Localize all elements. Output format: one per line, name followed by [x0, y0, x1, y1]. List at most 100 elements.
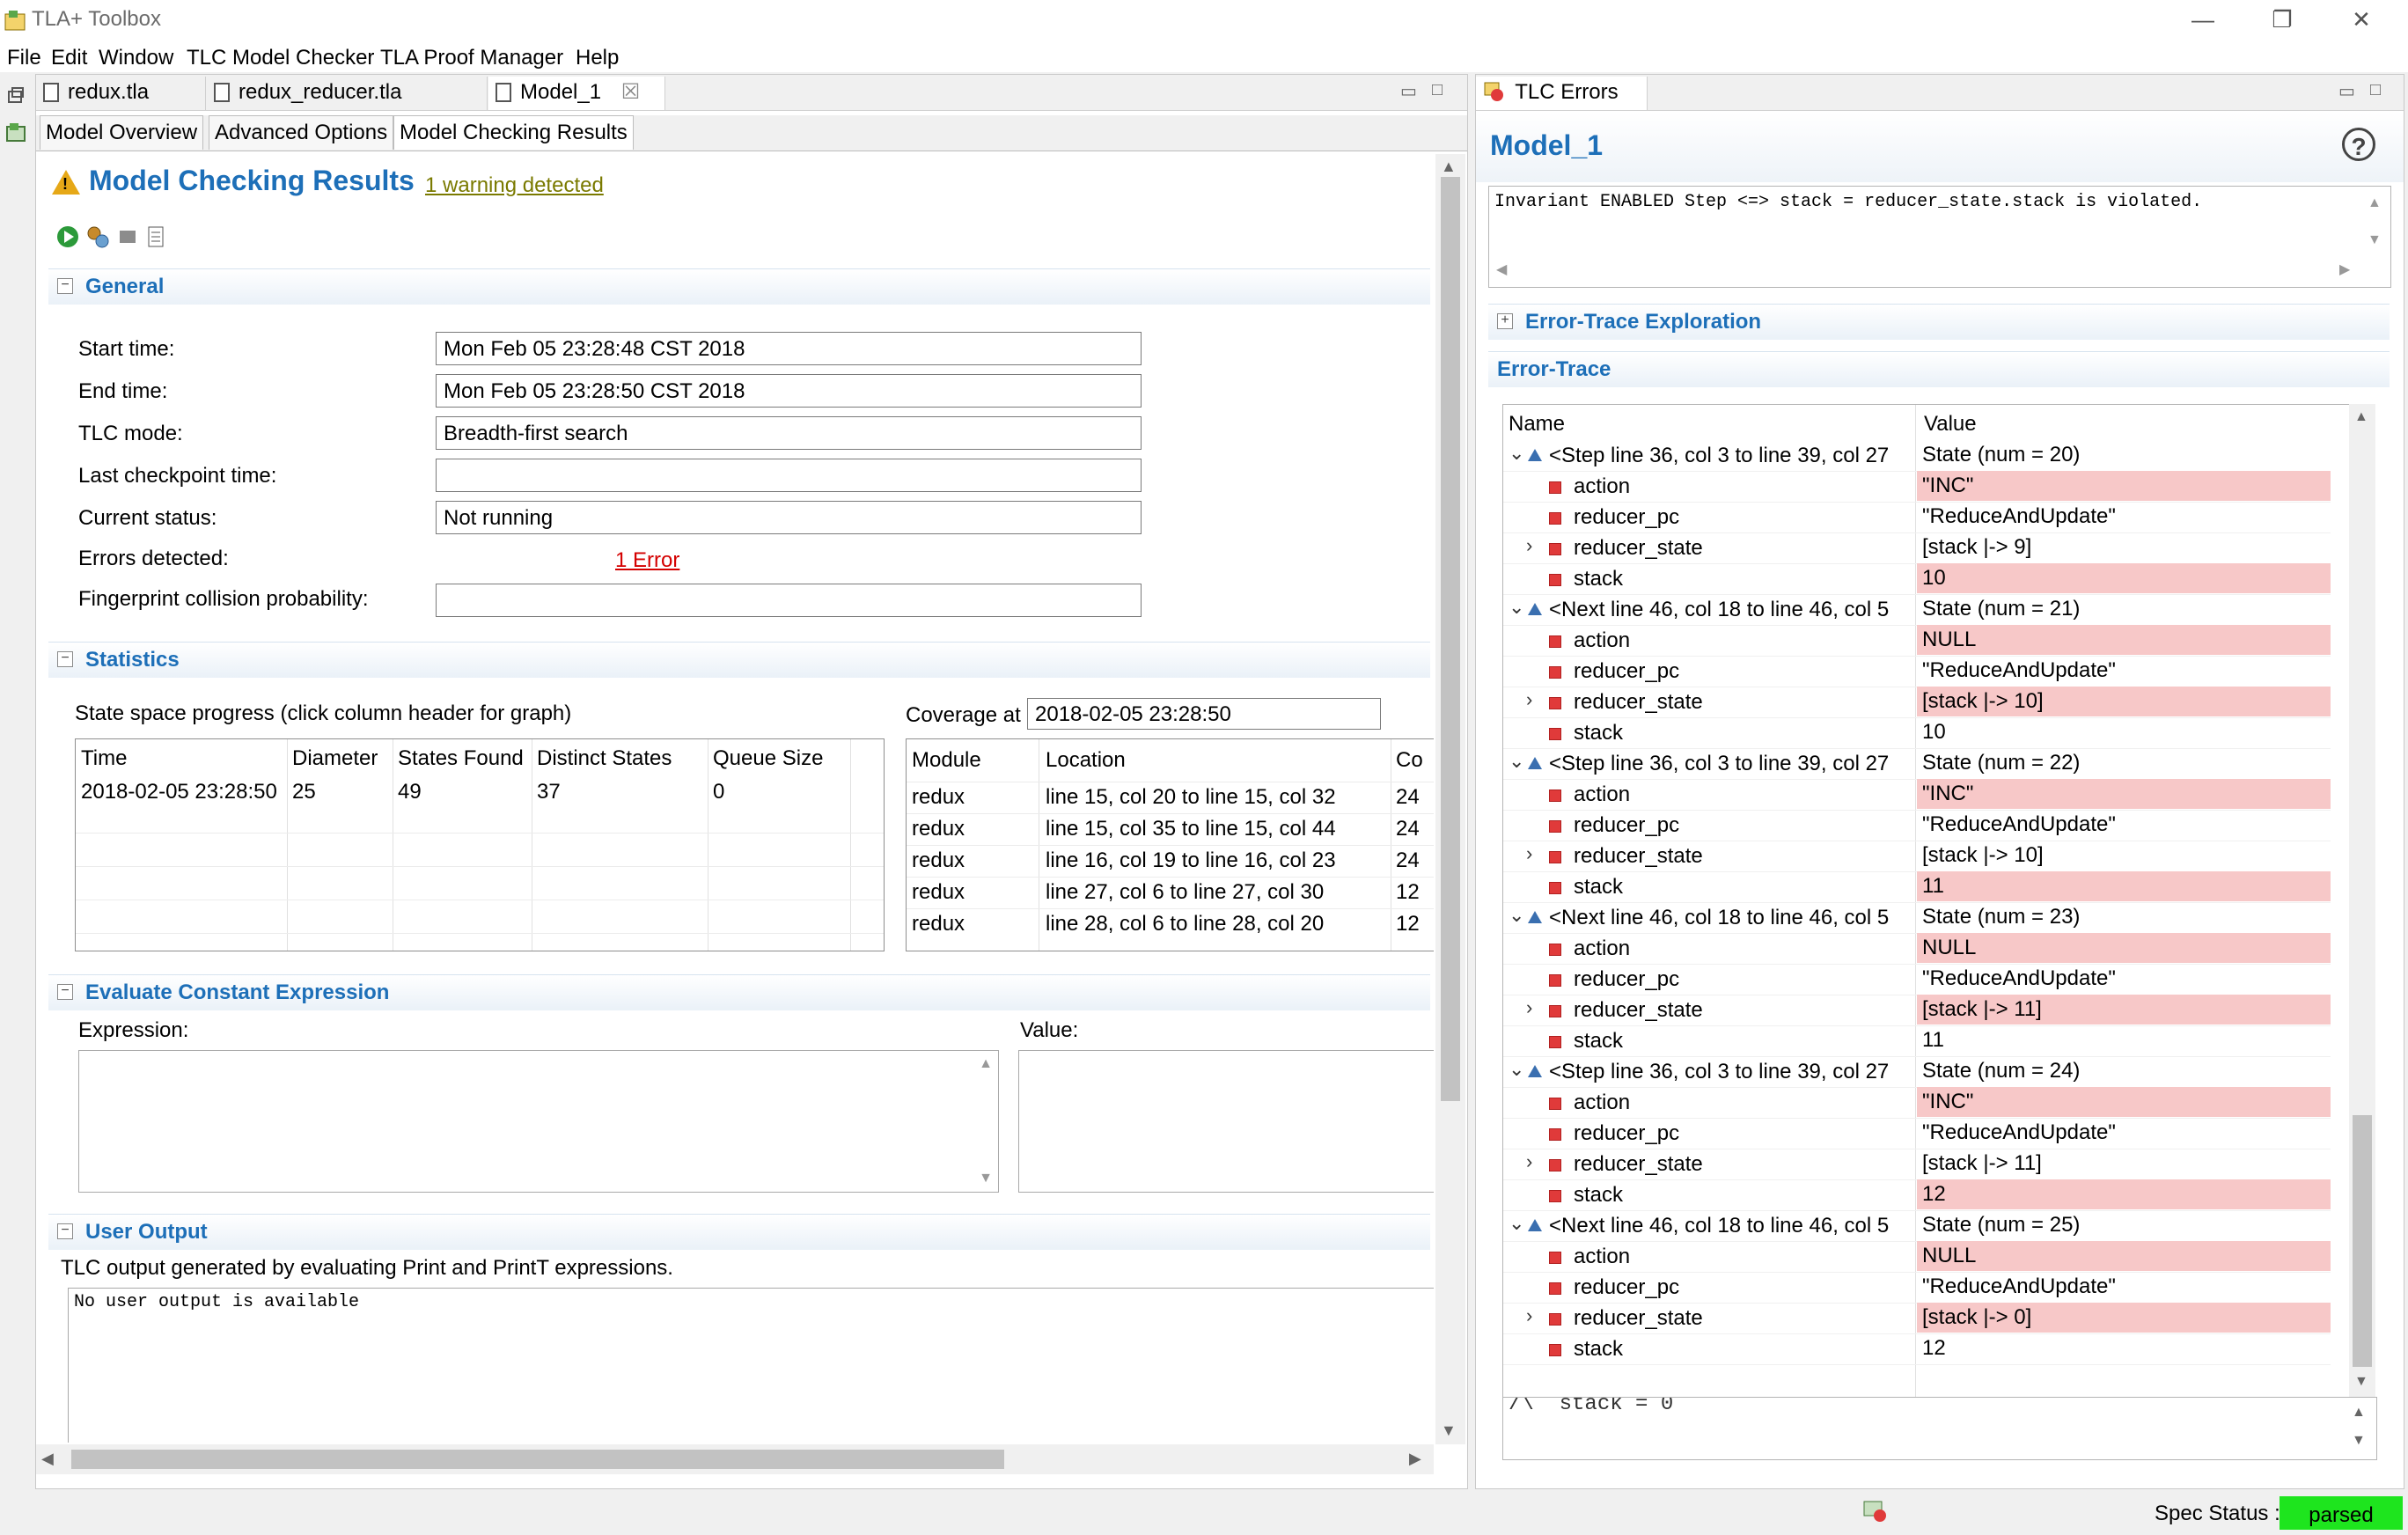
- scroll-down-icon[interactable]: ▼: [979, 1171, 993, 1186]
- menu-edit[interactable]: Edit: [51, 46, 87, 70]
- collapse-chevron-icon[interactable]: ⌄: [1509, 1058, 1524, 1081]
- minimize-button[interactable]: —: [2163, 2, 2243, 40]
- scroll-up-icon[interactable]: ▲: [2352, 1405, 2366, 1421]
- trace-state-row[interactable]: ⌄ <Next line 46, col 18 to line 46, col 5…: [1503, 1210, 2331, 1242]
- maximize-view-icon[interactable]: □: [1432, 80, 1443, 100]
- trace-variable-row[interactable]: action "INC": [1503, 1087, 2331, 1119]
- trace-variable-row[interactable]: stack 12: [1503, 1179, 2331, 1211]
- trace-variable-row[interactable]: › reducer_state [stack |-> 9]: [1503, 532, 2331, 564]
- help-icon[interactable]: ?: [2342, 128, 2375, 161]
- collapse-icon[interactable]: −: [57, 278, 73, 294]
- minimize-view-icon[interactable]: ▭: [1400, 80, 1417, 102]
- column-header-time[interactable]: Time: [81, 746, 127, 771]
- start-time-field[interactable]: Mon Feb 05 23:28:48 CST 2018: [436, 332, 1142, 365]
- trace-variable-row[interactable]: stack 12: [1503, 1333, 2331, 1365]
- column-header-queue-size[interactable]: Queue Size: [713, 746, 823, 771]
- coverage-time-field[interactable]: 2018-02-05 23:28:50: [1027, 698, 1381, 730]
- general-section-header[interactable]: − General: [48, 268, 1430, 305]
- trace-scrollbar[interactable]: ▲ ▼: [2349, 404, 2375, 1397]
- collapse-chevron-icon[interactable]: ⌄: [1509, 596, 1524, 619]
- expand-chevron-icon[interactable]: ›: [1526, 534, 1532, 557]
- expand-chevron-icon[interactable]: ›: [1526, 996, 1532, 1019]
- restore-view-icon[interactable]: [7, 86, 25, 104]
- tab-model-1[interactable]: Model_1 ☒: [488, 77, 665, 110]
- tab-advanced-options[interactable]: Advanced Options: [209, 115, 394, 150]
- trace-state-row[interactable]: ⌄ <Step line 36, col 3 to line 39, col 27…: [1503, 1056, 2331, 1088]
- trace-variable-row[interactable]: reducer_pc "ReduceAndUpdate": [1503, 656, 2331, 687]
- column-header-count[interactable]: Co: [1396, 748, 1423, 773]
- maximize-view-icon[interactable]: □: [2370, 80, 2381, 100]
- trace-variable-row[interactable]: reducer_pc "ReduceAndUpdate": [1503, 1272, 2331, 1304]
- close-tab-icon[interactable]: ☒: [621, 80, 641, 104]
- menu-file[interactable]: File: [7, 46, 41, 70]
- expand-icon[interactable]: +: [1497, 313, 1513, 329]
- trace-variable-row[interactable]: › reducer_state [stack |-> 10]: [1503, 841, 2331, 872]
- tab-redux-reducer-tla[interactable]: redux_reducer.tla: [207, 77, 488, 110]
- horizontal-scrollbar[interactable]: ◀ ▶: [36, 1444, 1434, 1474]
- trace-variable-row[interactable]: › reducer_state [stack |-> 11]: [1503, 1149, 2331, 1180]
- trace-variable-row[interactable]: stack 10: [1503, 563, 2331, 595]
- vertical-scrollbar[interactable]: ▲ ▼: [1435, 154, 1465, 1444]
- restore-button[interactable]: ❐: [2243, 2, 2322, 40]
- scroll-up-icon[interactable]: ▲: [979, 1056, 993, 1072]
- menu-tlc-model-checker[interactable]: TLC Model Checker: [187, 46, 374, 70]
- trace-variable-row[interactable]: reducer_pc "ReduceAndUpdate": [1503, 810, 2331, 841]
- error-message-box[interactable]: Invariant ENABLED Step <=> stack = reduc…: [1488, 186, 2391, 288]
- menu-help[interactable]: Help: [576, 46, 619, 70]
- fingerprint-field[interactable]: [436, 584, 1142, 617]
- trace-variable-row[interactable]: action "INC": [1503, 779, 2331, 811]
- last-checkpoint-field[interactable]: [436, 459, 1142, 492]
- statistics-section-header[interactable]: − Statistics: [48, 642, 1430, 678]
- scroll-down-icon[interactable]: ▼: [2354, 1374, 2368, 1390]
- spec-status-value[interactable]: parsed: [2280, 1496, 2403, 1530]
- tab-model-checking-results[interactable]: Model Checking Results: [393, 115, 634, 150]
- trace-state-row[interactable]: ⌄ <Step line 36, col 3 to line 39, col 27…: [1503, 440, 2331, 472]
- expression-input[interactable]: ▲ ▼: [78, 1050, 999, 1193]
- gears-icon[interactable]: [85, 224, 110, 249]
- collapse-chevron-icon[interactable]: ⌄: [1509, 1212, 1524, 1235]
- menu-window[interactable]: Window: [99, 46, 173, 70]
- expand-chevron-icon[interactable]: ›: [1526, 688, 1532, 711]
- column-header-module[interactable]: Module: [912, 748, 981, 773]
- trace-variable-row[interactable]: stack 11: [1503, 871, 2331, 903]
- report-icon[interactable]: [143, 224, 168, 249]
- minimize-view-icon[interactable]: ▭: [2338, 80, 2355, 102]
- scroll-right-icon[interactable]: ▶: [1409, 1450, 1421, 1468]
- tlc-mode-field[interactable]: Breadth-first search: [436, 416, 1142, 450]
- collapse-icon[interactable]: −: [57, 1223, 73, 1239]
- menu-tla-proof-manager[interactable]: TLA Proof Manager: [380, 46, 563, 70]
- scroll-left-icon[interactable]: ◀: [1496, 261, 1507, 278]
- tlc-errors-status-icon[interactable]: [1862, 1498, 1889, 1524]
- trace-state-row[interactable]: ⌄ <Step line 36, col 3 to line 39, col 27…: [1503, 748, 2331, 780]
- user-output-section-header[interactable]: − User Output: [48, 1214, 1430, 1250]
- scroll-right-icon[interactable]: ▶: [2339, 261, 2350, 278]
- trace-variable-row[interactable]: action "INC": [1503, 471, 2331, 503]
- evaluate-section-header[interactable]: − Evaluate Constant Expression: [48, 974, 1430, 1010]
- trace-variable-row[interactable]: reducer_pc "ReduceAndUpdate": [1503, 502, 2331, 533]
- collapse-icon[interactable]: −: [57, 984, 73, 1000]
- close-button[interactable]: ✕: [2322, 2, 2401, 40]
- column-header-distinct-states[interactable]: Distinct States: [537, 746, 672, 771]
- column-header-value[interactable]: Value: [1924, 412, 1977, 437]
- scrollbar-thumb[interactable]: [2353, 1115, 2372, 1367]
- trace-variable-row[interactable]: reducer_pc "ReduceAndUpdate": [1503, 964, 2331, 995]
- collapse-chevron-icon[interactable]: ⌄: [1509, 442, 1524, 465]
- spec-explorer-icon[interactable]: [5, 121, 26, 143]
- collapse-chevron-icon[interactable]: ⌄: [1509, 904, 1524, 927]
- warning-link[interactable]: 1 warning detected: [425, 173, 604, 198]
- collapse-chevron-icon[interactable]: ⌄: [1509, 750, 1524, 773]
- collapse-icon[interactable]: −: [57, 651, 73, 667]
- trace-variable-row[interactable]: action NULL: [1503, 1241, 2331, 1273]
- trace-variable-row[interactable]: › reducer_state [stack |-> 11]: [1503, 995, 2331, 1026]
- errors-link[interactable]: 1 Error: [615, 548, 679, 573]
- scroll-up-icon[interactable]: ▲: [2354, 409, 2368, 425]
- trace-state-row[interactable]: ⌄ <Next line 46, col 18 to line 46, col 5…: [1503, 902, 2331, 934]
- scroll-up-icon[interactable]: ▲: [1441, 158, 1457, 176]
- stop-icon[interactable]: [115, 224, 140, 249]
- column-header-diameter[interactable]: Diameter: [292, 746, 378, 771]
- trace-state-row[interactable]: ⌄ <Next line 46, col 18 to line 46, col 5…: [1503, 594, 2331, 626]
- run-icon[interactable]: [55, 224, 80, 249]
- column-header-location[interactable]: Location: [1046, 748, 1126, 773]
- scrollbar-thumb[interactable]: [1441, 177, 1460, 1101]
- trace-variable-row[interactable]: action NULL: [1503, 933, 2331, 965]
